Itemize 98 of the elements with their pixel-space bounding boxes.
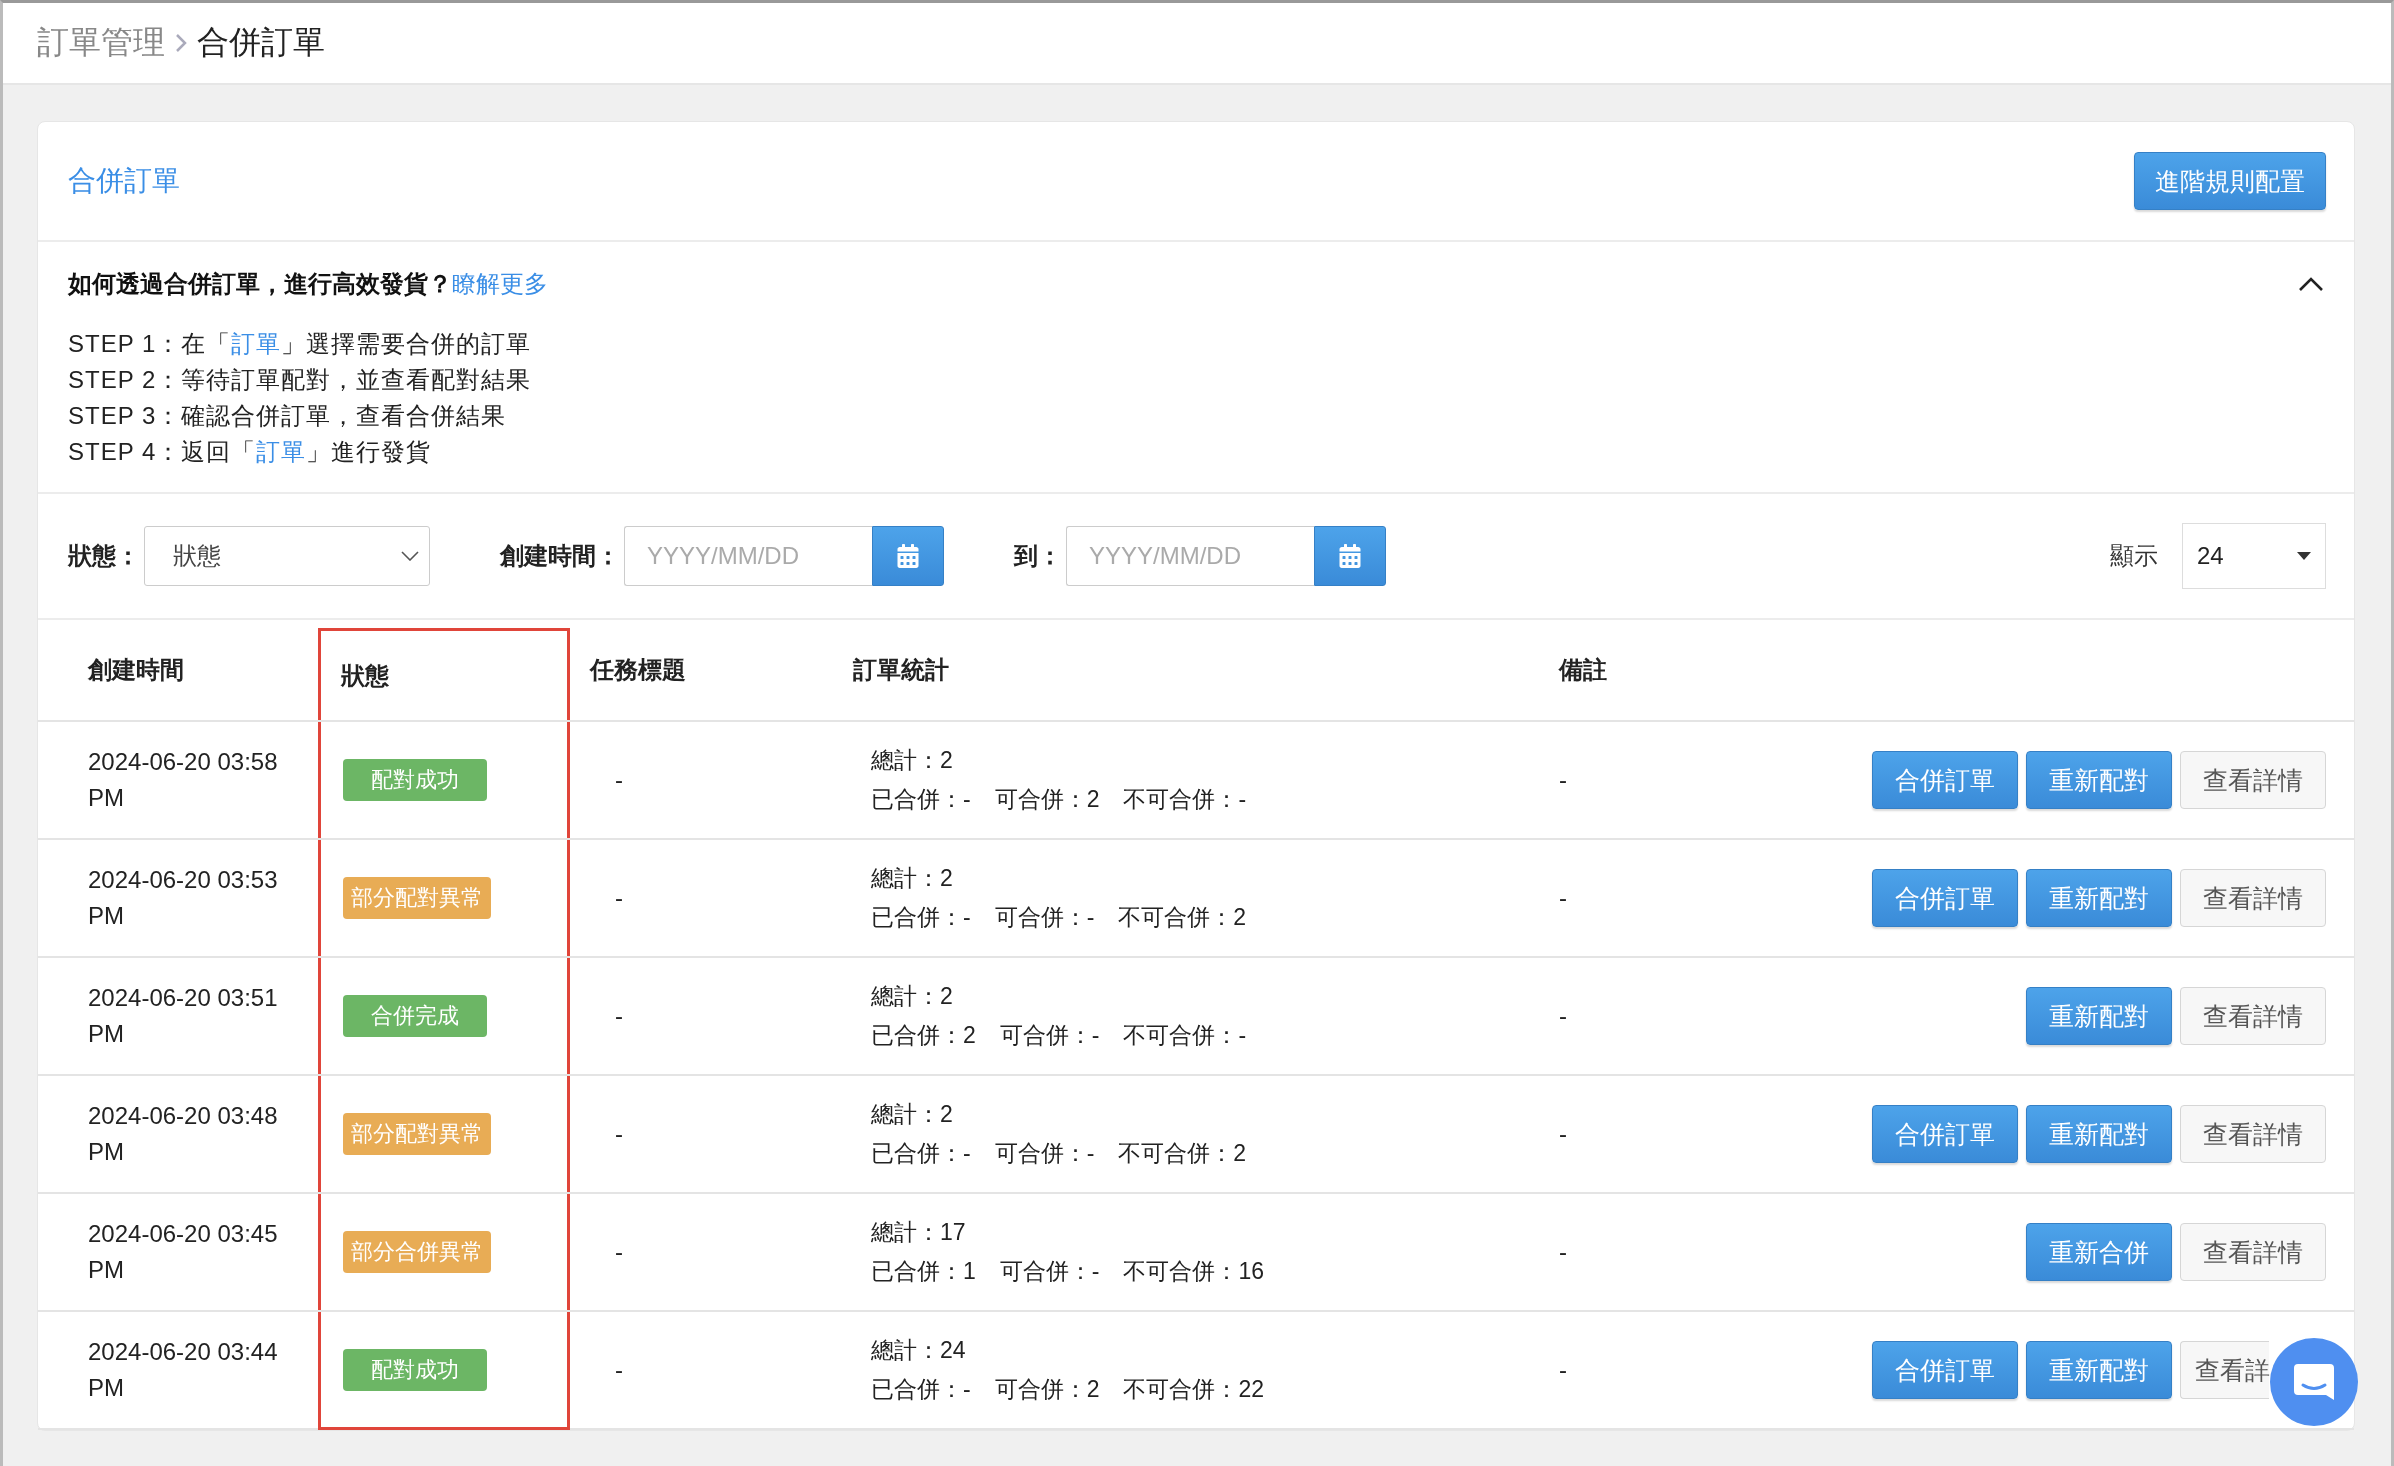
merged-count: 已合併：- bbox=[871, 1375, 971, 1404]
column-header: 訂單統計 bbox=[853, 655, 949, 685]
action-button[interactable]: 重新合併 bbox=[2026, 1223, 2172, 1281]
orders-link[interactable]: 訂單 bbox=[231, 330, 282, 357]
page-size-select[interactable]: 24 bbox=[2182, 523, 2326, 589]
created-time-cell-text: 2024-06-20 03:58 PM bbox=[88, 747, 279, 813]
action-button[interactable]: 合併訂單 bbox=[1872, 1105, 2018, 1163]
created-time-cell-text: 2024-06-20 03:51 PM bbox=[88, 983, 279, 1049]
action-button[interactable]: 重新配對 bbox=[2026, 987, 2172, 1045]
action-button[interactable]: 重新配對 bbox=[2026, 1105, 2172, 1163]
mergeable-count: 可合併：- bbox=[999, 1257, 1100, 1286]
unmergeable-count: 不可合併：- bbox=[1123, 1021, 1247, 1050]
total-count: 總計：2 bbox=[871, 864, 954, 893]
step-text: STEP 4：返回「訂單」進行發貨 bbox=[68, 437, 433, 467]
rules-config-button[interactable]: 進階規則配置 bbox=[2134, 152, 2326, 210]
status-badge: 部分配對異常 bbox=[343, 877, 491, 919]
calendar-icon bbox=[896, 544, 920, 568]
breadcrumb-link[interactable]: 訂單管理 bbox=[37, 21, 165, 65]
page-size-label: 顯示 bbox=[2110, 541, 2158, 571]
step-text: STEP 2：等待訂單配對，並查看配對結果 bbox=[68, 365, 533, 395]
details-button[interactable]: 查看詳情 bbox=[2180, 987, 2326, 1045]
details-button[interactable]: 查看詳情 bbox=[2180, 751, 2326, 809]
details-button[interactable]: 查看詳情 bbox=[2180, 1105, 2326, 1163]
to-label: 到： bbox=[1014, 541, 1062, 571]
note-cell: - bbox=[1559, 766, 1567, 794]
calendar-button[interactable] bbox=[872, 526, 944, 586]
status-badge: 部分合併異常 bbox=[343, 1231, 491, 1273]
step-text: STEP 3：確認合併訂單，查看合併結果 bbox=[68, 401, 508, 431]
task-title-cell: - bbox=[615, 1238, 623, 1266]
task-title-cell: - bbox=[615, 884, 623, 912]
column-header: 狀態 bbox=[341, 660, 389, 691]
unmergeable-count: 不可合併：- bbox=[1123, 785, 1247, 814]
unmergeable-count: 不可合併：2 bbox=[1118, 1139, 1247, 1168]
chevron-down-icon[interactable] bbox=[401, 551, 419, 561]
created-time-label: 創建時間： bbox=[500, 541, 620, 571]
mergeable-count: 可合併：- bbox=[994, 1139, 1095, 1168]
created-time-cell-text: 2024-06-20 03:53 PM bbox=[88, 865, 279, 931]
note-cell: - bbox=[1559, 1238, 1567, 1266]
task-title-cell: - bbox=[615, 766, 623, 794]
created-time-cell-text: 2024-06-20 03:45 PM bbox=[88, 1219, 279, 1285]
mergeable-count: 可合併：2 bbox=[994, 785, 1100, 814]
chevron-up-icon[interactable] bbox=[2298, 276, 2324, 292]
details-button[interactable]: 查看詳 bbox=[2180, 1341, 2269, 1399]
created-time-cell-text: 2024-06-20 03:48 PM bbox=[88, 1101, 279, 1167]
merged-count: 已合併：- bbox=[871, 1139, 971, 1168]
column-header: 任務標題 bbox=[590, 655, 686, 685]
total-count: 總計：2 bbox=[871, 746, 954, 775]
status-badge: 配對成功 bbox=[343, 759, 487, 801]
learn-more-link[interactable]: 瞭解更多 bbox=[452, 270, 548, 297]
details-button[interactable]: 查看詳情 bbox=[2180, 1223, 2326, 1281]
chevron-right-icon bbox=[175, 33, 187, 53]
note-cell: - bbox=[1559, 884, 1567, 912]
unmergeable-count: 不可合併：16 bbox=[1123, 1257, 1265, 1286]
end-date-field[interactable]: YYYY/MM/DD bbox=[1066, 526, 1314, 586]
total-count: 總計：2 bbox=[871, 982, 954, 1011]
merged-count: 已合併：1 bbox=[871, 1257, 976, 1286]
action-button[interactable]: 合併訂單 bbox=[1872, 751, 2018, 809]
column-header: 備註 bbox=[1559, 655, 1607, 685]
total-count: 總計：24 bbox=[871, 1336, 967, 1365]
status-select[interactable]: 狀態 bbox=[144, 526, 430, 586]
created-time-cell-text: 2024-06-20 03:44 PM bbox=[88, 1337, 279, 1403]
note-cell: - bbox=[1559, 1356, 1567, 1384]
status-label: 狀態： bbox=[68, 541, 140, 571]
note-cell: - bbox=[1559, 1120, 1567, 1148]
mergeable-count: 可合併：2 bbox=[994, 1375, 1100, 1404]
mergeable-count: 可合併：- bbox=[999, 1021, 1100, 1050]
action-button[interactable]: 合併訂單 bbox=[1872, 869, 2018, 927]
unmergeable-count: 不可合併：2 bbox=[1118, 903, 1247, 932]
total-count: 總計：17 bbox=[871, 1218, 967, 1247]
status-badge: 合併完成 bbox=[343, 995, 487, 1037]
chat-button[interactable] bbox=[2270, 1338, 2358, 1426]
action-button[interactable]: 重新配對 bbox=[2026, 869, 2172, 927]
breadcrumb-current: 合併訂單 bbox=[197, 23, 325, 62]
merged-count: 已合併：- bbox=[871, 785, 971, 814]
calendar-button[interactable] bbox=[1314, 526, 1386, 586]
calendar-icon bbox=[1338, 544, 1362, 568]
step-text: STEP 1：在「訂單」選擇需要合併的訂單 bbox=[68, 329, 533, 359]
card-title: 合併訂單 bbox=[68, 164, 180, 198]
task-title-cell: - bbox=[615, 1120, 623, 1148]
help-question: 如何透過合併訂單，進行高效發貨？瞭解更多 bbox=[68, 269, 548, 299]
start-date-field[interactable]: YYYY/MM/DD bbox=[624, 526, 872, 586]
task-title-cell: - bbox=[615, 1002, 623, 1030]
caret-icon[interactable] bbox=[2297, 552, 2311, 560]
merged-count: 已合併：- bbox=[871, 903, 971, 932]
mergeable-count: 可合併：- bbox=[994, 903, 1095, 932]
column-header: 創建時間 bbox=[88, 655, 184, 685]
action-button[interactable]: 重新配對 bbox=[2026, 751, 2172, 809]
action-button[interactable]: 合併訂單 bbox=[1872, 1341, 2018, 1399]
status-badge: 部分配對異常 bbox=[343, 1113, 491, 1155]
unmergeable-count: 不可合併：22 bbox=[1123, 1375, 1265, 1404]
action-button[interactable]: 重新配對 bbox=[2026, 1341, 2172, 1399]
orders-link[interactable]: 訂單 bbox=[256, 438, 307, 465]
status-badge: 配對成功 bbox=[343, 1348, 487, 1391]
details-button[interactable]: 查看詳情 bbox=[2180, 869, 2326, 927]
task-title-cell: - bbox=[615, 1356, 623, 1384]
note-cell: - bbox=[1559, 1002, 1567, 1030]
merged-count: 已合併：2 bbox=[871, 1021, 976, 1050]
total-count: 總計：2 bbox=[871, 1100, 954, 1129]
